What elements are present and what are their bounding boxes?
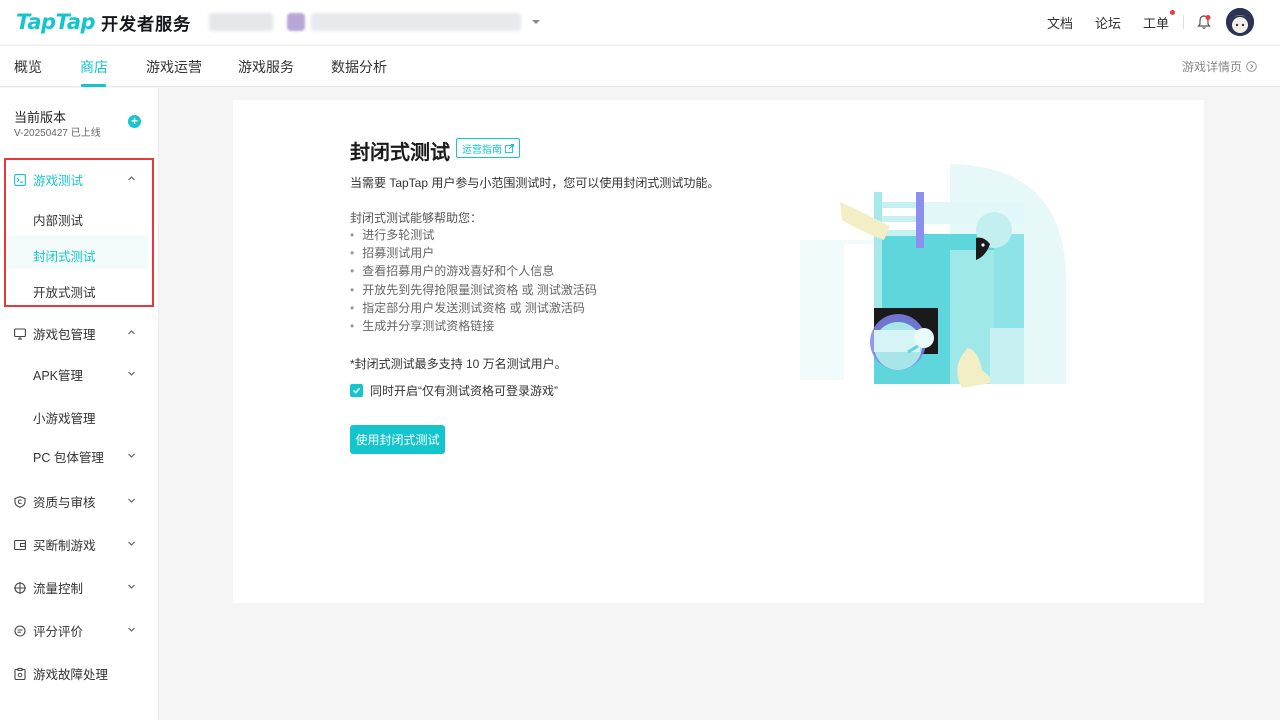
arrow-circle-icon <box>1246 61 1257 72</box>
sidebar-group-label: 资质与审核 <box>33 496 96 510</box>
chevron-up-icon[interactable] <box>127 328 136 337</box>
game-switcher[interactable] <box>209 13 541 31</box>
ops-guide-label: 运营指南 <box>462 144 502 156</box>
chevron-down-icon[interactable] <box>127 582 136 591</box>
list-item: 生成并分享测试资格链接 <box>350 319 597 337</box>
external-link-icon <box>505 143 514 153</box>
sidebar-item-closed-test[interactable]: 封闭式测试 <box>33 246 96 265</box>
top-bar: TapTap 开发者服务 文档 论坛 工单 <box>0 0 1280 44</box>
add-version-icon[interactable]: + <box>128 115 141 128</box>
sidebar-group-label: 买断制游戏 <box>33 539 96 553</box>
page-title: 封闭式测试 <box>350 142 450 164</box>
notification-dot <box>1170 9 1175 15</box>
sidebar-group-qualification[interactable]: 资质与审核 <box>14 492 96 511</box>
page-description: 当需要 TapTap 用户参与小范围测试时，您可以使用封闭式测试功能。 <box>350 176 720 190</box>
capacity-note: *封闭式测试最多支持 10 万名测试用户。 <box>350 357 567 371</box>
sidebar-item-internal-test[interactable]: 内部测试 <box>33 210 83 229</box>
list-item: 开放先到先得抢限量测试资格 或 测试激活码 <box>350 283 597 301</box>
sidebar-group-traffic-control[interactable]: 流量控制 <box>14 578 83 597</box>
sidebar-group-game-testing[interactable]: 游戏测试 <box>14 170 83 189</box>
logo-brand: TapTap <box>16 10 96 34</box>
docs-link[interactable]: 文档 <box>1047 13 1073 32</box>
sidebar-group-label: 游戏包管理 <box>33 328 96 342</box>
ops-guide-link[interactable]: 运营指南 <box>456 138 520 158</box>
chevron-down-icon[interactable] <box>127 496 136 505</box>
bell-icon[interactable] <box>1196 14 1212 30</box>
sidebar-group-package-mgmt[interactable]: 游戏包管理 <box>14 324 96 343</box>
login-restriction-checkbox[interactable] <box>350 384 363 397</box>
active-tab-indicator <box>81 84 106 87</box>
blurred-game-name <box>311 13 522 31</box>
chevron-up-icon[interactable] <box>127 174 136 183</box>
monitor-icon <box>14 327 26 340</box>
store-subnav: 概览 商店 游戏运营 游戏服务 数据分析 游戏详情页 <box>0 45 1280 87</box>
taptap-developer-logo[interactable]: TapTap 开发者服务 <box>16 0 191 44</box>
feature-list: 进行多轮测试 招募测试用户 查看招募用户的游戏喜好和个人信息 开放先到先得抢限量… <box>350 228 597 337</box>
login-restriction-option[interactable]: 同时开启“仅有测试资格可登录游戏” <box>350 382 558 399</box>
chevron-down-icon[interactable] <box>127 451 136 460</box>
sidebar-item-pc-package[interactable]: PC 包体管理 <box>33 447 104 466</box>
terminal-icon <box>14 173 26 186</box>
sidebar: 当前版本 V-20250427 已上线 + 游戏测试 内部测试 封闭式测试 开放… <box>0 88 159 720</box>
list-item: 指定部分用户发送测试资格 或 测试激活码 <box>350 301 597 319</box>
sidebar-group-label: 游戏故障处理 <box>33 668 109 682</box>
sidebar-item-apk[interactable]: APK管理 <box>33 365 83 384</box>
list-item: 招募测试用户 <box>350 246 597 264</box>
chevron-down-icon[interactable] <box>127 369 136 378</box>
divider <box>1183 15 1184 29</box>
clipboard-icon <box>14 667 26 680</box>
chevron-down-icon[interactable] <box>127 625 136 634</box>
sidebar-group-buyout-game[interactable]: 买断制游戏 <box>14 535 96 554</box>
tab-overview[interactable]: 概览 <box>14 57 42 77</box>
list-item: 查看招募用户的游戏喜好和个人信息 <box>350 264 597 282</box>
sidebar-item-open-test[interactable]: 开放式测试 <box>33 282 96 301</box>
closed-test-illustration <box>800 160 1070 420</box>
crosshair-icon <box>14 581 26 594</box>
wallet-icon <box>14 539 26 550</box>
sidebar-group-label: 评分评价 <box>33 625 84 639</box>
tab-data-analysis[interactable]: 数据分析 <box>331 57 387 77</box>
tab-store[interactable]: 商店 <box>80 57 108 77</box>
tab-game-ops[interactable]: 游戏运营 <box>146 57 202 77</box>
use-closed-test-button[interactable]: 使用封闭式测试 <box>350 425 445 454</box>
forum-link[interactable]: 论坛 <box>1095 13 1121 32</box>
list-item: 进行多轮测试 <box>350 228 597 246</box>
blurred-studio-name <box>209 13 274 31</box>
sidebar-group-ratings[interactable]: 评分评价 <box>14 621 83 640</box>
caret-down-icon[interactable] <box>531 17 541 27</box>
sidebar-group-label: 游戏测试 <box>33 174 84 188</box>
game-detail-label: 游戏详情页 <box>1181 60 1242 74</box>
ticket-link[interactable]: 工单 <box>1142 9 1175 32</box>
shield-c-icon <box>14 495 26 508</box>
user-avatar[interactable] <box>1226 8 1254 36</box>
sidebar-group-label: 流量控制 <box>33 582 84 596</box>
sidebar-item-mini-game[interactable]: 小游戏管理 <box>33 408 96 427</box>
chevron-down-icon[interactable] <box>127 539 136 548</box>
check-icon <box>352 387 361 394</box>
help-title: 封闭式测试能够帮助您： <box>350 211 483 225</box>
ticket-label: 工单 <box>1142 15 1169 31</box>
tab-game-services[interactable]: 游戏服务 <box>238 57 294 77</box>
checkbox-label: 同时开启“仅有测试资格可登录游戏” <box>370 384 558 398</box>
logo-suffix: 开发者服务 <box>101 14 192 35</box>
version-status: V-20250427 已上线 <box>14 128 101 139</box>
game-detail-link[interactable]: 游戏详情页 <box>1182 58 1257 75</box>
chat-bubble-icon <box>14 624 26 637</box>
sidebar-group-troubleshooting[interactable]: 游戏故障处理 <box>14 664 108 683</box>
game-icon <box>287 13 306 31</box>
